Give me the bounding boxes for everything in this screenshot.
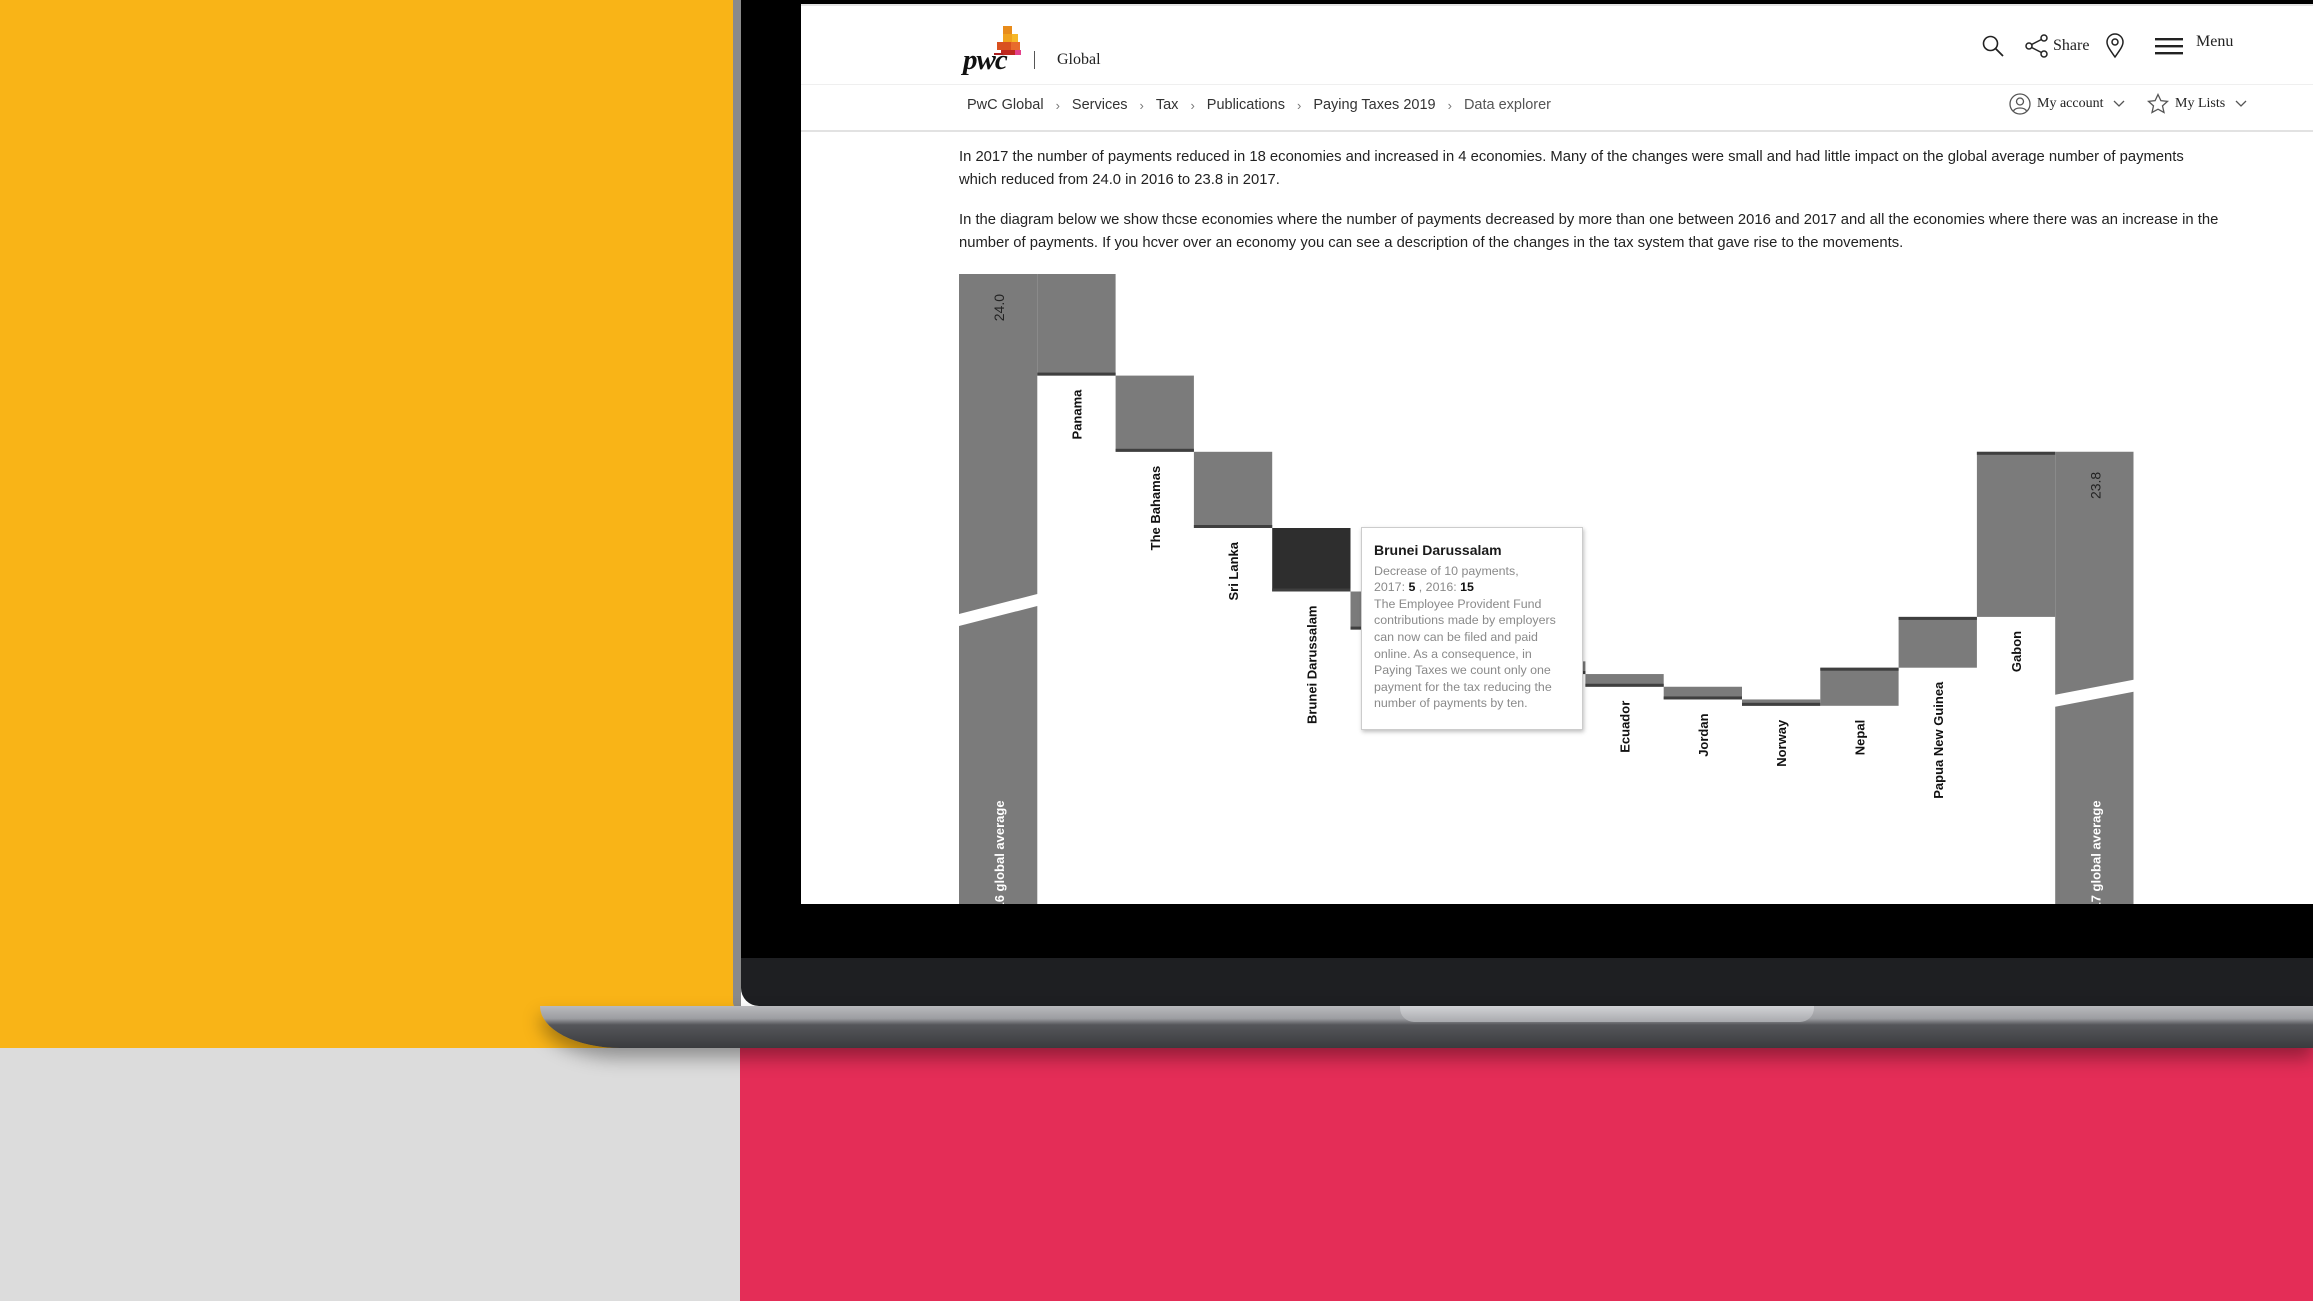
intro-paragraph-1: In 2017 the number of payments reduced i… [959, 149, 2184, 188]
bar-edge [1585, 683, 1664, 687]
bar-edge [1976, 451, 2056, 455]
end-bar-label: 2017 global average [2088, 800, 2103, 904]
bar-edge [1115, 448, 1194, 452]
share-button[interactable]: Share [2053, 37, 2089, 55]
my-lists-label: My Lists [2175, 96, 2226, 111]
browser-page: pwc Global Share Menu PwC Global › Servic… [801, 4, 2313, 904]
bar-edge [1820, 667, 1899, 671]
laptop-notch [1400, 1006, 1814, 1022]
start-value-label: 24.0 [991, 294, 1007, 321]
top-divider [801, 4, 2313, 6]
end-value-label: 23.8 [2087, 472, 2103, 499]
my-lists-button[interactable]: My Lists [2147, 93, 2253, 115]
breadcrumb: PwC Global › Services › Tax › Publications ›… [967, 97, 1551, 113]
category-label: Gabon [2009, 631, 2024, 672]
breadcrumb-item[interactable]: Publications [1207, 97, 1285, 113]
chevron-right-icon: › [1055, 97, 1060, 113]
my-account-label: My account [2037, 96, 2104, 111]
bar-panama [1037, 274, 1116, 376]
background-pink [740, 1048, 2313, 1301]
breadcrumb-item[interactable]: PwC Global [967, 97, 1044, 113]
my-account-button[interactable]: My account [2009, 93, 2131, 115]
tooltip-2017-label: 2017: [1374, 580, 1409, 595]
menu-button[interactable]: Menu [2196, 33, 2233, 51]
bar-edge [1663, 696, 1742, 700]
laptop-lid-edge [733, 0, 741, 1010]
chevron-right-icon: › [1139, 97, 1144, 113]
chevron-right-icon: › [1447, 97, 1452, 113]
tooltip-2016-value: 15 [1460, 580, 1474, 595]
breadcrumb-item[interactable]: Paying Taxes 2019 [1313, 97, 1435, 113]
chevron-right-icon: › [1296, 97, 1302, 113]
site-name[interactable]: Global [1057, 51, 1101, 69]
start-bar-label: 2016 global average [992, 800, 1007, 904]
logo-separator [1034, 51, 1035, 69]
waterfall-chart: 24.0 2016 global average Panama The Bahamas… [959, 274, 2134, 904]
search-icon[interactable] [1981, 34, 2005, 58]
breadcrumb-item[interactable]: Services [1072, 97, 1128, 113]
user-icon [2009, 93, 2031, 115]
category-label: Jordan [1696, 713, 1711, 756]
category-label: The Bahamas [1148, 466, 1163, 551]
tooltip-title: Brunei Darussalam [1374, 542, 1502, 558]
bar-gabon [1976, 451, 2056, 617]
bar-sri-lanka [1193, 451, 1273, 528]
logo-wordmark[interactable]: pwc [963, 44, 1008, 77]
chevron-right-icon: › [1190, 97, 1195, 113]
tooltip-change: Decrease of 10 payments, [1374, 563, 1519, 578]
category-label: Norway [1774, 719, 1789, 767]
bar-the-bahamas [1115, 375, 1194, 452]
laptop-chin [741, 958, 2313, 1006]
breadcrumb-current: Data explorer [1463, 97, 1551, 113]
hamburger-menu-icon[interactable] [2155, 36, 2185, 58]
bar-papua-new-guinea [1898, 616, 1977, 668]
chevron-down-icon [2235, 100, 2247, 107]
category-label: Panama [1069, 389, 1084, 440]
background-grey [0, 1048, 740, 1301]
bar-edge [1193, 525, 1273, 528]
category-label: Brunei Darussalam [1304, 606, 1319, 725]
bar-edge [1037, 372, 1116, 376]
breadcrumb-bar: PwC Global › Services › Tax › Publications ›… [801, 84, 2313, 132]
star-icon [2147, 93, 2169, 114]
category-label: Ecuador [1618, 701, 1633, 753]
bar-edge [1272, 588, 1351, 592]
bar-brunei-darussalam [1272, 528, 1351, 592]
location-pin-icon[interactable] [2105, 33, 2125, 59]
bar-edge [1898, 616, 1977, 620]
start-bar-upper [959, 274, 1038, 614]
share-icon[interactable] [2025, 34, 2049, 58]
category-label: Nepal [1852, 720, 1867, 755]
chart-tooltip: Brunei Darussalam Decrease of 10 payment… [1361, 527, 1583, 730]
background-yellow [0, 0, 740, 1048]
bar-edge [1742, 702, 1821, 706]
breadcrumb-item[interactable]: Tax [1156, 97, 1179, 113]
category-label: Sri Lanka [1226, 541, 1241, 600]
tooltip-description: The Employee Provident Fund contribution… [1374, 596, 1556, 711]
chevron-down-icon [2114, 100, 2125, 107]
tooltip-2016-label: , 2016: [1415, 580, 1461, 595]
tooltip-values: 2017: 5 , 2016: 15 [1374, 579, 1570, 596]
category-label: Papua New Guinea [1931, 681, 1946, 799]
intro-paragraph-2: In the diagram below we show thcse econo… [959, 212, 2219, 251]
bar-nepal [1820, 667, 1899, 706]
